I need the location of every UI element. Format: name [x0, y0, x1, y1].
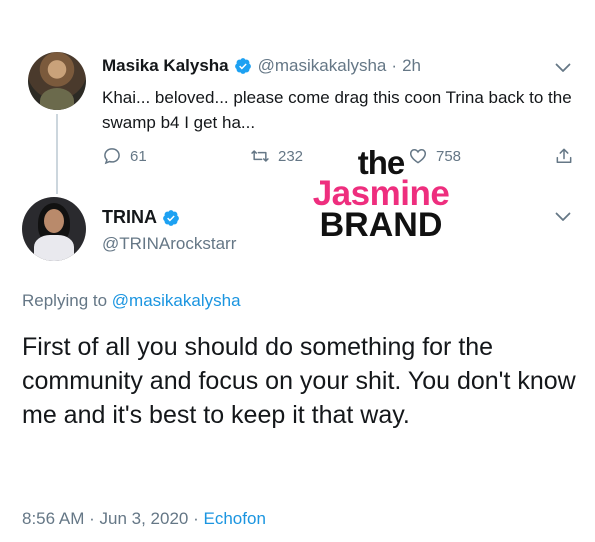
retweet-icon — [251, 150, 269, 162]
verified-badge-icon — [234, 58, 251, 74]
separator-dot: · — [89, 509, 95, 528]
avatar[interactable] — [28, 52, 86, 110]
share-button[interactable] — [554, 146, 582, 166]
tweet-header: TRINA — [102, 207, 186, 228]
reply-count: 61 — [130, 147, 147, 165]
chevron-down-icon[interactable] — [555, 212, 571, 222]
share-icon — [556, 148, 572, 163]
tweet-timestamp[interactable]: 2h — [402, 56, 421, 76]
watermark-line-brand: BRAND — [319, 206, 443, 244]
thread-connector-line — [56, 114, 58, 194]
replying-to: Replying to @masikakalysha — [22, 291, 241, 311]
tweet-date[interactable]: Jun 3, 2020 — [100, 509, 189, 528]
reply-button[interactable]: 61 — [102, 146, 147, 166]
display-name[interactable]: TRINA — [102, 207, 157, 228]
user-handle[interactable]: @masikakalysha — [258, 56, 387, 76]
the-jasmine-brand-watermark: the Jasmine BRAND — [296, 146, 466, 244]
tweet-text: Khai... beloved... please come drag this… — [102, 88, 572, 132]
chevron-down-icon[interactable] — [555, 63, 571, 73]
tweet-header: Masika Kalysha @masikakalysha · 2h — [102, 56, 421, 76]
user-handle[interactable]: @TRINArockstarr — [102, 234, 236, 254]
separator-dot: · — [193, 509, 199, 528]
avatar[interactable] — [22, 197, 86, 261]
display-name[interactable]: Masika Kalysha — [102, 56, 229, 76]
tweet-time[interactable]: 8:56 AM — [22, 509, 84, 528]
tweet-source-link[interactable]: Echofon — [204, 509, 266, 528]
tweet-text: First of all you should do something for… — [22, 333, 576, 429]
replying-to-link[interactable]: @masikakalysha — [112, 291, 241, 310]
verified-badge-icon — [163, 209, 179, 226]
tweet-metadata: 8:56 AM · Jun 3, 2020 · Echofon — [22, 509, 266, 529]
reply-icon — [104, 148, 120, 165]
replying-to-prefix: Replying to — [22, 291, 112, 310]
separator-dot: · — [391, 56, 398, 75]
